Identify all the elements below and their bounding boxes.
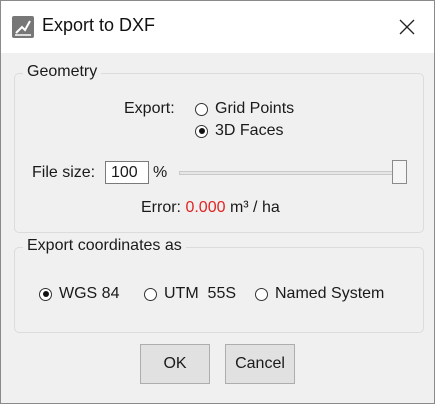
radio-named-system-label: Named System: [275, 285, 385, 302]
file-size-unit: %: [153, 164, 168, 181]
radio-wgs84-indicator: [39, 287, 52, 301]
close-icon: [399, 19, 415, 35]
radio-named-system-indicator: [255, 287, 268, 301]
radio-grid-points-label: Grid Points: [215, 100, 295, 117]
app-icon: [12, 16, 34, 38]
radio-utm[interactable]: UTM 55S: [144, 285, 236, 303]
radio-named-system[interactable]: Named System: [255, 285, 384, 303]
export-dxf-dialog: Export to DXF Geometry Export: Grid Poin…: [0, 0, 435, 404]
radio-grid-points[interactable]: Grid Points: [195, 100, 294, 118]
geometry-group-title: Geometry: [23, 63, 102, 81]
radio-wgs84[interactable]: WGS 84: [39, 285, 119, 303]
radio-grid-points-indicator: [195, 102, 208, 116]
file-size-slider-thumb[interactable]: [392, 160, 407, 184]
radio-3d-faces-indicator: [195, 124, 208, 138]
file-size-input[interactable]: 100: [105, 161, 149, 184]
ok-button[interactable]: OK: [140, 344, 210, 384]
radio-3d-faces[interactable]: 3D Faces: [195, 122, 283, 140]
cancel-button[interactable]: Cancel: [225, 344, 295, 384]
error-label: Error:: [141, 199, 181, 216]
error-unit: m³ / ha: [229, 199, 280, 216]
error-readout: Error: 0.000 m³ / ha: [141, 199, 280, 217]
coordinates-group-title: Export coordinates as: [23, 237, 186, 255]
export-label: Export:: [124, 100, 175, 117]
radio-wgs84-label: WGS 84: [59, 285, 120, 302]
dialog-title: Export to DXF: [42, 15, 156, 35]
close-button[interactable]: [387, 10, 427, 44]
title-bar: Export to DXF: [1, 1, 434, 53]
radio-utm-label: UTM 55S: [164, 285, 237, 302]
radio-3d-faces-label: 3D Faces: [215, 122, 284, 139]
radio-utm-indicator: [144, 287, 157, 301]
file-size-label: File size:: [32, 164, 96, 181]
file-size-slider-track[interactable]: [179, 171, 403, 175]
error-value: 0.000: [185, 199, 226, 216]
